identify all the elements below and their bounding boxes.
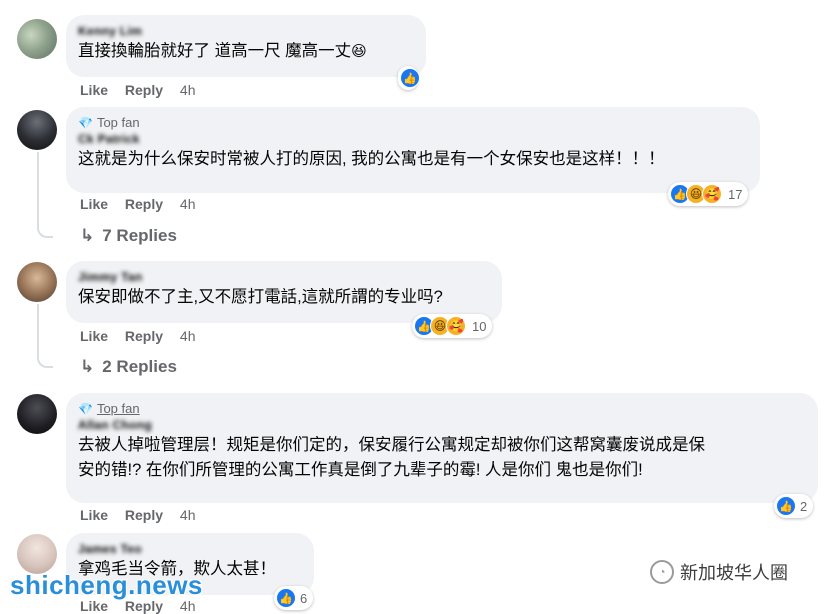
comment-actions: Like Reply 4h [80, 196, 209, 212]
reply-button[interactable]: Reply [125, 328, 163, 344]
reaction-summary[interactable]: 👍 😆 🥰 10 [412, 314, 493, 338]
top-fan-badge[interactable]: 💎 Top fan [78, 401, 806, 417]
diamond-icon: 💎 [78, 116, 93, 130]
timestamp[interactable]: 4h [180, 328, 196, 344]
comment-text-line-2: 安的错!? 在你们所管理的公寓工作真是倒了九辈子的霉! 人是你们 鬼也是你们! [78, 461, 643, 479]
like-button[interactable]: Like [80, 507, 108, 523]
reply-button[interactable]: Reply [125, 507, 163, 523]
site-watermark: shicheng.news [10, 570, 203, 600]
comment-bubble: 💎 Top fan Ck Patrick 这就是为什么保安时常被人打的原因, 我… [66, 107, 760, 193]
like-button[interactable]: Like [80, 328, 108, 344]
reply-button[interactable]: Reply [125, 196, 163, 212]
reaction-count: 6 [300, 590, 308, 606]
thread-line [37, 304, 53, 368]
timestamp[interactable]: 4h [180, 196, 196, 212]
avatar[interactable] [17, 110, 57, 150]
reply-arrow-icon: ↳ [80, 357, 95, 376]
avatar[interactable] [17, 262, 57, 302]
diamond-icon: 💎 [78, 402, 93, 416]
like-icon: 👍 [400, 68, 420, 88]
comment-actions: Like Reply 4h [80, 507, 209, 523]
like-button[interactable]: Like [80, 196, 108, 212]
avatar[interactable] [17, 394, 57, 434]
reaction-summary[interactable]: 👍 [398, 66, 420, 90]
view-replies-link[interactable]: ↳ 7 Replies [80, 226, 177, 246]
comment-author[interactable]: Kenny Lim [78, 23, 414, 39]
reaction-count: 10 [472, 318, 487, 334]
comment-author[interactable]: Jimmy Tan [78, 269, 490, 285]
reaction-summary[interactable]: 👍 😆 🥰 17 [668, 182, 749, 206]
comment-actions: Like Reply 4h [80, 82, 209, 98]
view-replies-link[interactable]: ↳ 2 Replies [80, 357, 177, 377]
comment-author[interactable]: James Teo [78, 541, 302, 557]
wechat-label: 新加坡华人圈 [680, 563, 788, 583]
reaction-count: 2 [800, 498, 808, 514]
reply-arrow-icon: ↳ [80, 226, 95, 245]
care-icon: 🥰 [446, 316, 466, 336]
comment-bubble: 💎 Top fan Allan Chong 去被人掉啦管理层！规矩是你们定的，保… [66, 393, 818, 503]
wechat-icon: ◔ [650, 560, 674, 584]
reply-button[interactable]: Reply [125, 82, 163, 98]
like-icon: 👍 [276, 588, 296, 608]
comment-text: 直接換輪胎就好了 道高一尺 魔高一丈😆 [78, 42, 367, 60]
comment-text: 这就是为什么保安时常被人打的原因, 我的公寓也是有一个女保安也是这样！！！ [78, 150, 665, 168]
reaction-summary[interactable]: 👍 2 [774, 494, 814, 518]
thread-line [37, 152, 53, 238]
reaction-summary[interactable]: 👍 6 [274, 586, 314, 610]
top-fan-badge[interactable]: 💎 Top fan [78, 115, 748, 131]
laughing-emoji-icon: 😆 [351, 43, 367, 60]
like-button[interactable]: Like [80, 82, 108, 98]
comment-author[interactable]: Allan Chong [78, 417, 806, 433]
avatar[interactable] [17, 534, 57, 574]
timestamp[interactable]: 4h [180, 82, 196, 98]
like-icon: 👍 [776, 496, 796, 516]
avatar[interactable] [17, 19, 57, 59]
comment-author[interactable]: Ck Patrick [78, 131, 748, 147]
reaction-count: 17 [728, 186, 743, 202]
wechat-watermark: ◔ 新加坡华人圈 [650, 559, 788, 585]
timestamp[interactable]: 4h [180, 507, 196, 523]
comment-bubble: Kenny Lim 直接換輪胎就好了 道高一尺 魔高一丈😆 [66, 15, 426, 77]
care-icon: 🥰 [702, 184, 722, 204]
comment-actions: Like Reply 4h [80, 328, 209, 344]
comment-text: 保安即做不了主,又不愿打電話,這就所謂的专业吗? [78, 288, 443, 306]
comment-text-line-1: 去被人掉啦管理层！规矩是你们定的，保安履行公寓规定却被你们这帮窝囊废说成是保 [78, 436, 705, 454]
